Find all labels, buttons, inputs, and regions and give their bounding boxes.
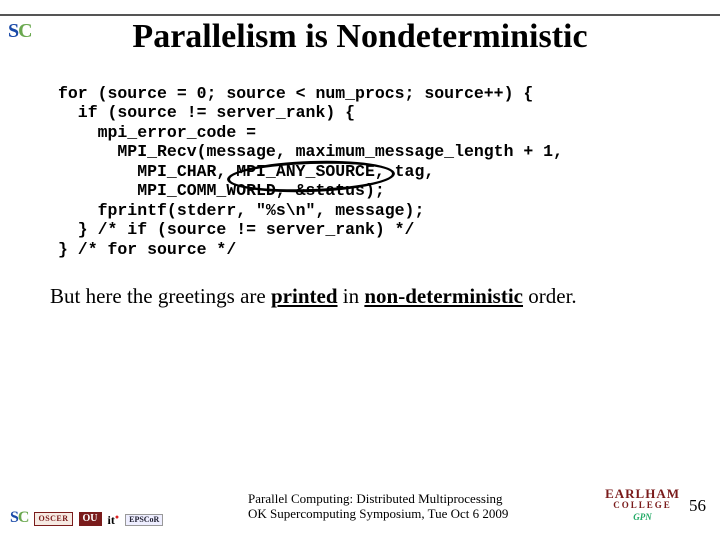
footer: SC OSCER OU it● EPSCoR Parallel Computin… bbox=[0, 480, 720, 530]
caption-pre: But here the greetings are bbox=[50, 284, 271, 308]
caption-nondet: non-deterministic bbox=[364, 284, 523, 308]
caption-printed: printed bbox=[271, 284, 338, 308]
footer-logos: SC OSCER OU it● EPSCoR bbox=[10, 510, 163, 526]
footer-line1: Parallel Computing: Distributed Multipro… bbox=[248, 491, 503, 506]
oscer-logo: OSCER bbox=[34, 512, 72, 526]
footer-line2: OK Supercomputing Symposium, Tue Oct 6 2… bbox=[248, 506, 508, 521]
sc-logo-footer: SC bbox=[10, 510, 28, 526]
code-block: for (source = 0; source < num_procs; sou… bbox=[58, 84, 563, 259]
gpn-logo: GPN bbox=[605, 512, 680, 522]
caption-post: order. bbox=[523, 284, 577, 308]
earlham-sub: COLLEGE bbox=[605, 500, 680, 510]
caption-text: But here the greetings are printed in no… bbox=[50, 284, 577, 309]
top-divider bbox=[0, 14, 720, 16]
page-number: 56 bbox=[689, 496, 706, 516]
slide-title: Parallelism is Nondeterministic bbox=[0, 18, 720, 56]
earlham-logo: EARLHAM COLLEGE GPN bbox=[605, 486, 680, 522]
epscor-logo: EPSCoR bbox=[125, 514, 163, 526]
it-logo: it● bbox=[108, 514, 120, 526]
earlham-name: EARLHAM bbox=[605, 486, 680, 501]
footer-text: Parallel Computing: Distributed Multipro… bbox=[248, 491, 508, 522]
ou-logo: OU bbox=[79, 512, 102, 526]
caption-mid: in bbox=[338, 284, 365, 308]
